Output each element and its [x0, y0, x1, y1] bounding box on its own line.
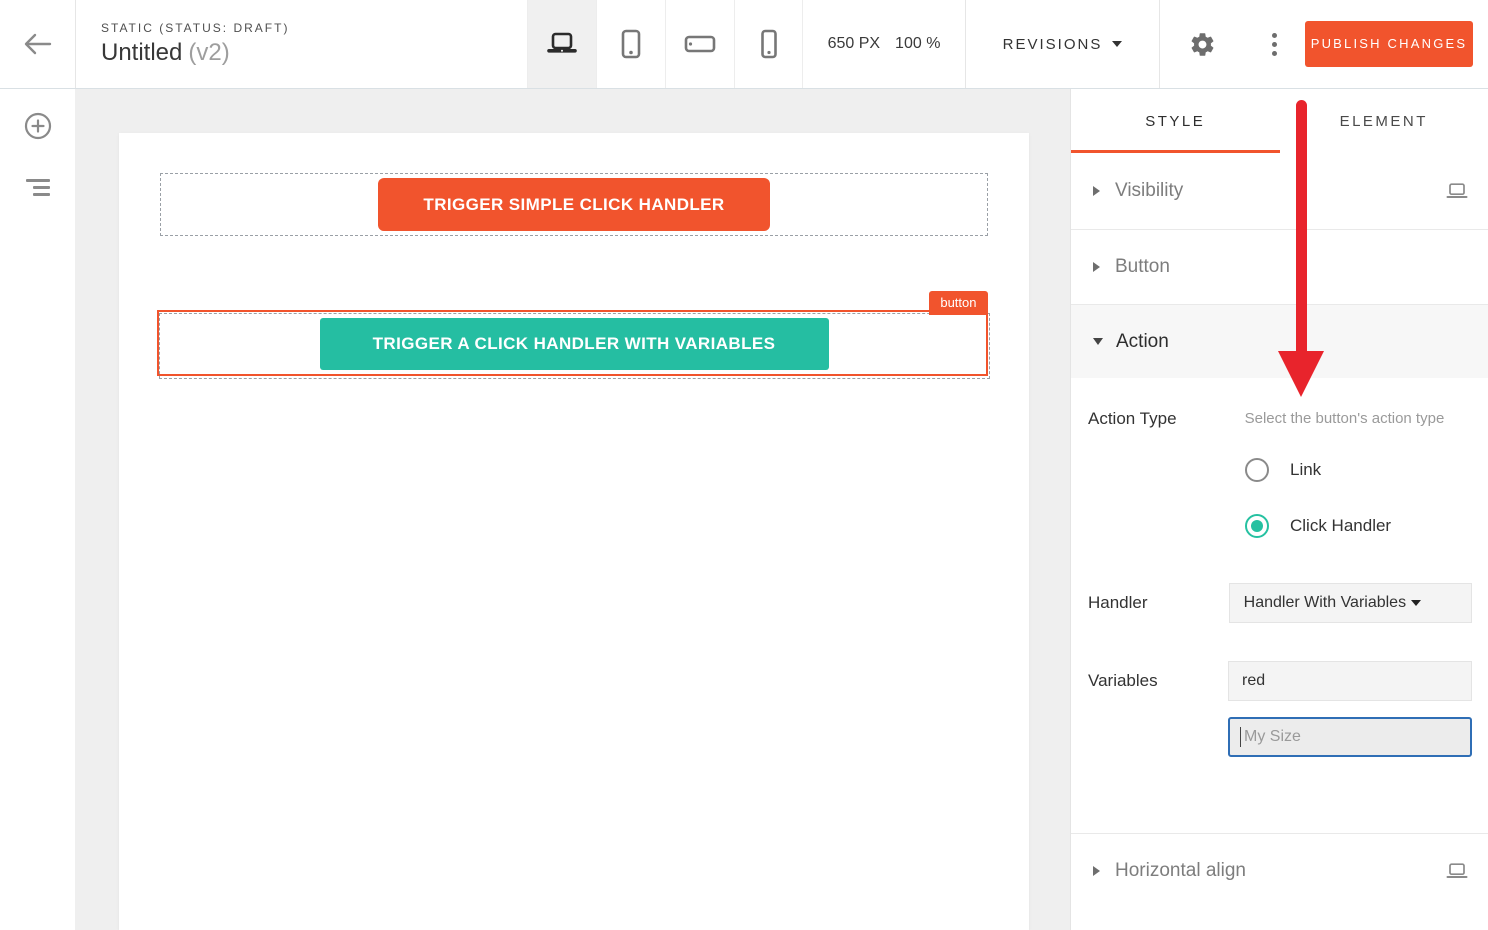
handler-select[interactable]: Handler With Variables [1229, 583, 1472, 623]
action-type-radios: Link Click Handler [1229, 458, 1472, 538]
left-toolbar [0, 89, 75, 930]
variable-input-my-size[interactable] [1228, 717, 1472, 757]
section-action-label: Action [1116, 331, 1169, 353]
chevron-right-icon [1093, 866, 1100, 876]
tab-style[interactable]: STYLE [1071, 89, 1280, 153]
section-action[interactable]: Action [1071, 305, 1488, 378]
phone-landscape-icon [684, 35, 716, 53]
settings-button[interactable] [1160, 0, 1244, 88]
radio-option-click-handler[interactable]: Click Handler [1245, 514, 1472, 538]
handler-label: Handler [1088, 583, 1229, 623]
section-visibility[interactable]: Visibility [1071, 153, 1488, 230]
page-title: Untitled(v2) [101, 39, 527, 67]
radio-link-label: Link [1290, 460, 1321, 480]
device-tablet-button[interactable] [596, 0, 665, 88]
section-horizontal-align[interactable]: Horizontal align [1071, 833, 1488, 908]
chevron-right-icon [1093, 262, 1100, 272]
chevron-down-icon [1093, 338, 1103, 345]
layers-button[interactable] [26, 179, 50, 196]
device-desktop-button[interactable] [527, 0, 596, 88]
laptop-icon [546, 32, 578, 56]
caret-down-icon [1411, 600, 1421, 606]
back-button[interactable] [0, 0, 76, 88]
canvas-area: TRIGGER SIMPLE CLICK HANDLER button TRIG… [75, 89, 1070, 930]
plus-circle-icon [24, 112, 52, 140]
responsive-laptop-icon[interactable] [1446, 183, 1468, 199]
button-container-simple[interactable]: TRIGGER SIMPLE CLICK HANDLER [160, 173, 988, 236]
page-title-text: Untitled [101, 39, 182, 66]
device-mobile-portrait-button[interactable] [734, 0, 803, 88]
section-horizontal-align-label: Horizontal align [1115, 860, 1446, 882]
canvas-button-simple[interactable]: TRIGGER SIMPLE CLICK HANDLER [378, 178, 770, 231]
top-bar: STATIC (STATUS: DRAFT) Untitled(v2) [0, 0, 1488, 89]
status-label: STATIC (STATUS: DRAFT) [101, 21, 527, 35]
publish-area: PUBLISH CHANGES [1304, 0, 1488, 88]
action-type-help: Select the button's action type [1229, 408, 1472, 430]
radio-option-link[interactable]: Link [1245, 458, 1472, 482]
page-title-block: STATIC (STATUS: DRAFT) Untitled(v2) [76, 0, 527, 88]
revisions-label: REVISIONS [1003, 36, 1103, 53]
radio-click-handler-label: Click Handler [1290, 516, 1391, 536]
kebab-dots-icon [1272, 33, 1277, 56]
selection-tag: button [929, 291, 987, 315]
action-type-row: Action Type Select the button's action t… [1088, 408, 1472, 430]
text-cursor [1240, 727, 1241, 747]
publish-changes-button[interactable]: PUBLISH CHANGES [1305, 21, 1473, 67]
canvas-size-indicator: 650 PX 100 % [803, 0, 966, 88]
inspector-tabs: STYLE ELEMENT [1071, 89, 1488, 153]
section-button-label: Button [1115, 256, 1468, 278]
device-mobile-landscape-button[interactable] [665, 0, 734, 88]
add-element-button[interactable] [24, 112, 52, 140]
section-button[interactable]: Button [1071, 230, 1488, 305]
gear-icon [1189, 31, 1216, 58]
canvas-zoom-value: 100 % [895, 35, 940, 53]
variables-row: Variables [1088, 661, 1472, 701]
canvas-width-value: 650 PX [828, 35, 880, 53]
tablet-icon [619, 29, 643, 59]
more-options-button[interactable] [1244, 0, 1304, 88]
action-section-body: Action Type Select the button's action t… [1071, 408, 1488, 757]
responsive-laptop-icon[interactable] [1446, 863, 1468, 879]
caret-down-icon [1112, 41, 1122, 47]
handler-select-value: Handler With Variables [1244, 594, 1406, 612]
arrow-left-icon [22, 31, 54, 57]
phone-portrait-icon [760, 29, 778, 59]
inspector-panel: STYLE ELEMENT Visibility Button Action A… [1070, 89, 1488, 930]
section-visibility-label: Visibility [1115, 180, 1446, 202]
canvas-button-variables[interactable]: TRIGGER A CLICK HANDLER WITH VARIABLES [320, 318, 829, 370]
variable-size-row [1088, 717, 1472, 757]
tab-element[interactable]: ELEMENT [1280, 89, 1488, 153]
variable-input-red[interactable] [1228, 661, 1472, 701]
radio-selected-icon[interactable] [1245, 514, 1269, 538]
app-root: STATIC (STATUS: DRAFT) Untitled(v2) [0, 0, 1488, 930]
canvas-page: TRIGGER SIMPLE CLICK HANDLER button TRIG… [119, 133, 1029, 930]
action-type-label: Action Type [1088, 408, 1229, 430]
button-container-selected[interactable]: button TRIGGER A CLICK HANDLER WITH VARI… [159, 313, 990, 379]
revisions-dropdown[interactable]: REVISIONS [966, 0, 1160, 88]
handler-row: Handler Handler With Variables [1088, 583, 1472, 623]
chevron-right-icon [1093, 186, 1100, 196]
indent-list-icon [26, 179, 50, 196]
radio-unselected-icon[interactable] [1245, 458, 1269, 482]
variables-label: Variables [1088, 661, 1228, 701]
page-version: (v2) [188, 39, 229, 66]
